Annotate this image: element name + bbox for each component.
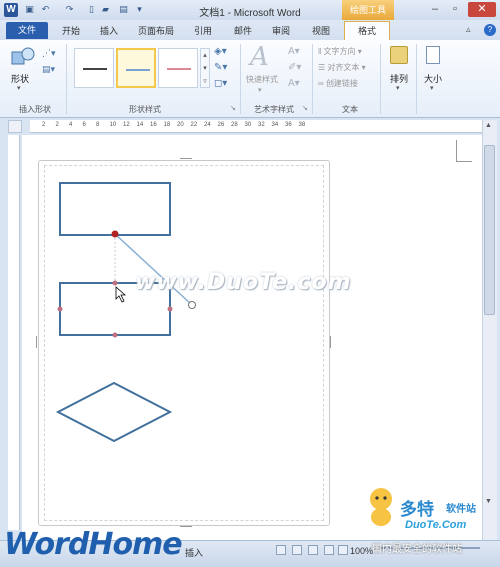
diamond-shape[interactable] — [55, 381, 173, 443]
scrollbar-thumb[interactable] — [484, 145, 495, 315]
duote-slogan: 国内最安全的软件站 — [372, 544, 462, 555]
scroll-up-icon[interactable]: ▲ — [485, 122, 492, 129]
print-layout-view-icon[interactable] — [276, 545, 286, 555]
wordhome-logo: WordHome — [4, 527, 183, 562]
connection-site[interactable] — [167, 306, 173, 312]
connection-site[interactable] — [112, 332, 118, 338]
connection-site[interactable] — [112, 280, 118, 286]
full-screen-reading-icon[interactable] — [292, 545, 302, 555]
mouse-pointer-icon — [115, 286, 127, 303]
scroll-down-icon[interactable]: ▼ — [485, 498, 492, 505]
duote-brand-suffix: 软件站 — [446, 504, 476, 515]
insert-mode-indicator[interactable]: 插入 — [185, 546, 203, 559]
duote-brand: 多特 — [400, 500, 434, 519]
connection-point-handle[interactable] — [111, 230, 119, 238]
zoom-level[interactable]: 100% — [350, 546, 373, 556]
outline-view-icon[interactable] — [324, 545, 334, 555]
watermark-url: www.DuoTe.com — [135, 270, 352, 295]
duote-url: DuoTe.Com — [405, 519, 467, 531]
duote-mascot-icon — [370, 488, 392, 526]
rectangle-shape-top[interactable] — [59, 182, 171, 236]
draft-view-icon[interactable] — [338, 545, 348, 555]
connector-end-handle[interactable] — [188, 301, 196, 309]
web-layout-icon[interactable] — [308, 545, 318, 555]
connection-site[interactable] — [57, 306, 63, 312]
